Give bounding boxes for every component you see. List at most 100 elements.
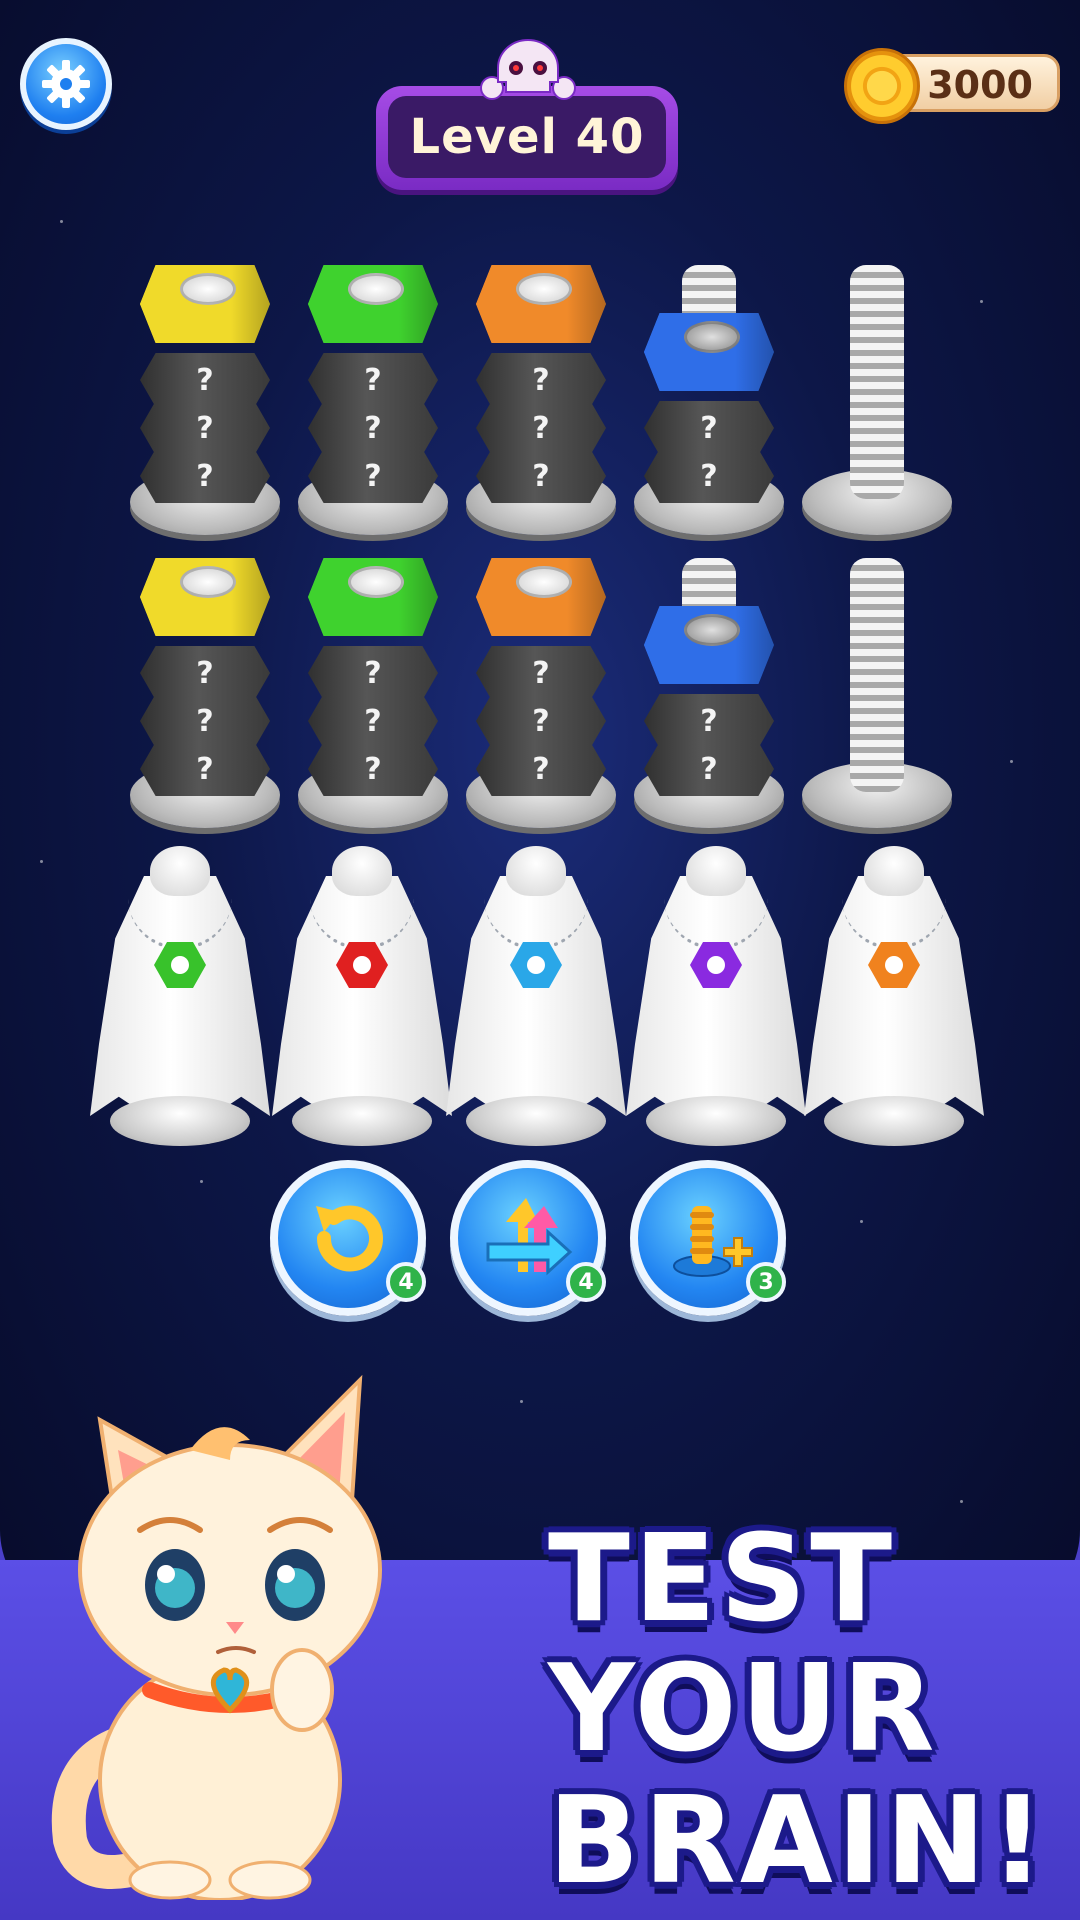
color-nut-hole — [180, 566, 236, 598]
shuffle-button[interactable]: 4 — [450, 1160, 606, 1316]
hidden-nut: ? — [308, 646, 438, 700]
hidden-nut: ? — [476, 449, 606, 503]
color-nut — [308, 247, 438, 343]
hidden-nut-mark: ? — [532, 655, 550, 691]
color-nut-hole — [684, 321, 740, 353]
color-nut — [140, 247, 270, 343]
hidden-nut: ? — [140, 742, 270, 796]
add-screw-icon — [673, 1206, 753, 1277]
hidden-nut-mark: ? — [364, 703, 382, 739]
promo-line-3: BRAIN! — [548, 1772, 1049, 1911]
skull-icon — [480, 39, 576, 100]
hidden-nut: ? — [644, 449, 774, 503]
hidden-nut: ? — [476, 694, 606, 748]
ghost-bolt[interactable] — [90, 846, 270, 1146]
bolt-slot[interactable]: ??? — [130, 265, 280, 535]
hidden-nut-mark: ? — [196, 655, 214, 691]
color-nut — [644, 295, 774, 391]
coin-value: 3000 — [927, 63, 1033, 107]
hidden-nut-mark: ? — [532, 703, 550, 739]
color-nut-hole — [348, 273, 404, 305]
ghost-bolt[interactable] — [804, 846, 984, 1146]
hidden-nut-mark: ? — [364, 458, 382, 494]
hidden-nut-mark: ? — [196, 362, 214, 398]
cat-mascot — [51, 1374, 382, 1900]
shuffle-count: 4 — [566, 1262, 606, 1302]
hidden-nut: ? — [476, 401, 606, 455]
hidden-nut-mark: ? — [532, 362, 550, 398]
hidden-nut-mark: ? — [700, 458, 718, 494]
color-nut — [308, 540, 438, 636]
gear-icon — [42, 60, 90, 108]
ghost-base — [646, 1096, 786, 1146]
bolt-slot[interactable]: ??? — [466, 558, 616, 828]
add-screw-button[interactable]: 3 — [630, 1160, 786, 1316]
hidden-nut: ? — [140, 449, 270, 503]
hidden-nut: ? — [140, 353, 270, 407]
hidden-nut-mark: ? — [532, 751, 550, 787]
hidden-nut: ? — [644, 742, 774, 796]
hidden-nut-mark: ? — [196, 458, 214, 494]
bolt-slot[interactable] — [802, 558, 952, 828]
bolt-slot[interactable]: ??? — [298, 558, 448, 828]
hidden-nut: ? — [140, 694, 270, 748]
hidden-nut: ? — [140, 401, 270, 455]
hidden-nut: ? — [308, 742, 438, 796]
hidden-nut-mark: ? — [196, 703, 214, 739]
color-nut — [476, 540, 606, 636]
hidden-nut: ? — [476, 742, 606, 796]
undo-button[interactable]: 4 — [270, 1160, 426, 1316]
ghost-bolt[interactable] — [626, 846, 806, 1146]
hidden-nut-mark: ? — [532, 410, 550, 446]
color-nut — [644, 588, 774, 684]
hidden-nut: ? — [308, 353, 438, 407]
color-nut — [140, 540, 270, 636]
hidden-nut: ? — [308, 694, 438, 748]
screw-rod — [850, 558, 904, 792]
ghost-base — [292, 1096, 432, 1146]
ghost-bolt[interactable] — [446, 846, 626, 1146]
hidden-nut-mark: ? — [700, 410, 718, 446]
undo-count: 4 — [386, 1262, 426, 1302]
promo-line-1: TEST — [548, 1510, 897, 1649]
hidden-nut-mark: ? — [364, 655, 382, 691]
hidden-nut: ? — [644, 694, 774, 748]
hidden-nut: ? — [140, 646, 270, 700]
hidden-nut: ? — [308, 401, 438, 455]
hidden-nut-mark: ? — [364, 751, 382, 787]
ghost-base — [824, 1096, 964, 1146]
hidden-nut-mark: ? — [196, 410, 214, 446]
color-nut-hole — [180, 273, 236, 305]
bolt-slot[interactable]: ??? — [466, 265, 616, 535]
hidden-nut-mark: ? — [532, 458, 550, 494]
ghost-bolt[interactable] — [272, 846, 452, 1146]
hidden-nut-mark: ? — [700, 703, 718, 739]
hidden-nut: ? — [644, 401, 774, 455]
bolt-slot[interactable]: ?? — [634, 558, 784, 828]
level-label: Level 40 — [409, 109, 645, 165]
hidden-nut-mark: ? — [196, 751, 214, 787]
ghost-base — [110, 1096, 250, 1146]
promo-line-2: YOUR — [548, 1640, 939, 1779]
bolt-slot[interactable]: ??? — [130, 558, 280, 828]
undo-icon — [316, 1205, 383, 1272]
hidden-nut: ? — [308, 449, 438, 503]
add-screw-count: 3 — [746, 1262, 786, 1302]
bolt-slot[interactable] — [802, 265, 952, 535]
ghost-base — [466, 1096, 606, 1146]
screw-rod — [850, 265, 904, 499]
color-nut-hole — [516, 273, 572, 305]
hidden-nut-mark: ? — [364, 362, 382, 398]
hidden-nut-mark: ? — [700, 751, 718, 787]
settings-button[interactable] — [20, 38, 112, 130]
shuffle-icon — [486, 1198, 573, 1276]
coin-icon — [844, 48, 920, 124]
color-nut — [476, 247, 606, 343]
color-nut-hole — [348, 566, 404, 598]
bolt-slot[interactable]: ?? — [634, 265, 784, 535]
hidden-nut: ? — [476, 646, 606, 700]
color-nut-hole — [516, 566, 572, 598]
color-nut-hole — [684, 614, 740, 646]
hidden-nut-mark: ? — [364, 410, 382, 446]
bolt-slot[interactable]: ??? — [298, 265, 448, 535]
